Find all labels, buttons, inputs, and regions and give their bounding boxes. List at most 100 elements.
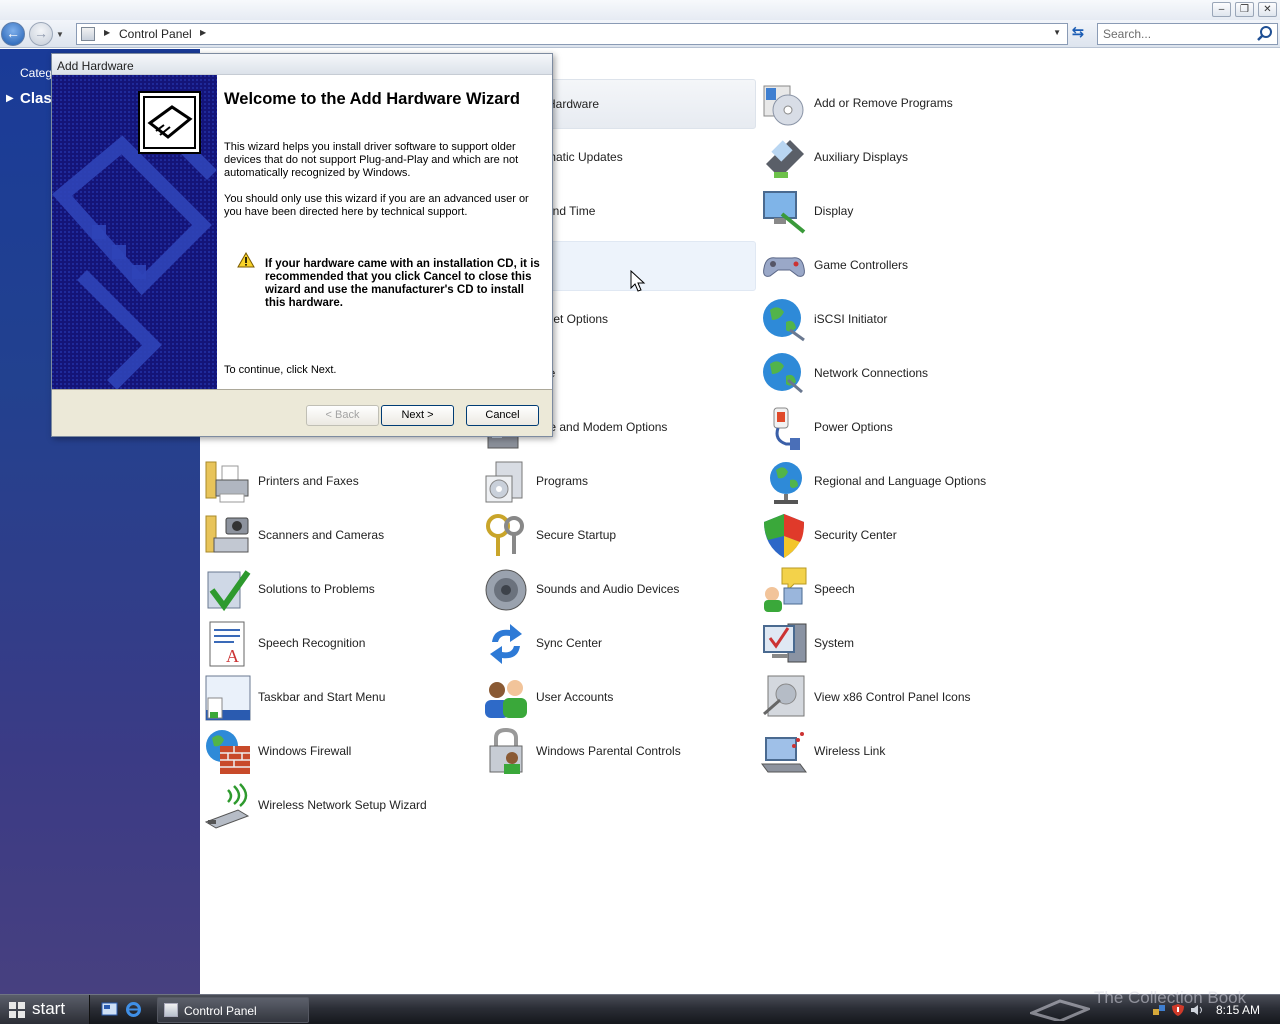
- address-dropdown-icon[interactable]: ▼: [1053, 28, 1061, 37]
- x86-icon: [763, 675, 805, 717]
- recent-pages-dropdown-icon[interactable]: ▼: [56, 30, 64, 39]
- wizard-content: Welcome to the Add Hardware Wizard This …: [217, 75, 552, 389]
- user-accounts-icon: [485, 680, 527, 718]
- sync-icon: [490, 624, 522, 664]
- dialog-titlebar[interactable]: Add Hardware: [52, 54, 552, 75]
- warning-icon: [237, 252, 255, 268]
- iscsi-icon: [763, 299, 805, 342]
- cp-item[interactable]: Add or Remove Programs: [758, 79, 1034, 129]
- cp-item[interactable]: Sync Center: [480, 619, 756, 669]
- cp-item-label: Speech Recognition: [258, 636, 366, 650]
- svg-text:A: A: [226, 646, 239, 666]
- network-icon: [763, 353, 803, 394]
- speech-icon: [764, 567, 807, 612]
- volume-tray-icon[interactable]: [1190, 1003, 1204, 1017]
- close-button[interactable]: ✕: [1258, 2, 1277, 17]
- book-logo-icon: [1030, 999, 1090, 1021]
- cp-item-label: Solutions to Problems: [258, 582, 375, 596]
- cp-item[interactable]: Regional and Language Options: [758, 457, 1034, 507]
- cp-item-label: Programs: [536, 474, 589, 488]
- power-icon: [773, 407, 800, 450]
- regional-icon: [770, 462, 802, 504]
- cp-item-label: Printers and Faxes: [258, 474, 359, 488]
- dialog-button-bar: < Back Next > Cancel: [52, 389, 552, 436]
- cp-item-label: Wireless Network Setup Wizard: [258, 798, 427, 812]
- cp-item-label: View x86 Control Panel Icons: [814, 690, 971, 704]
- triangle-right-icon: ▶: [6, 93, 14, 104]
- display-icon: [763, 191, 806, 234]
- start-button[interactable]: start: [0, 995, 90, 1024]
- classic-view-link[interactable]: Clas: [20, 90, 52, 107]
- show-desktop-icon[interactable]: [101, 1001, 118, 1018]
- game-controllers-icon: [763, 257, 805, 277]
- cp-item[interactable]: Speech: [758, 565, 1034, 615]
- maximize-button[interactable]: ❐: [1235, 2, 1254, 17]
- cp-item-label: Network Connections: [814, 366, 929, 380]
- cp-item[interactable]: A Speech Recognition: [202, 619, 478, 669]
- chevron-right-icon[interactable]: ▶: [200, 28, 206, 37]
- scanner-icon: [205, 515, 249, 553]
- back-button[interactable]: ←: [1, 22, 25, 46]
- category-view-link[interactable]: Categ: [20, 66, 52, 80]
- wizard-banner-pattern-icon: [52, 75, 217, 389]
- cp-item[interactable]: iSCSI Initiator: [758, 295, 1034, 345]
- cp-item[interactable]: Windows Parental Controls: [480, 727, 756, 777]
- cp-item[interactable]: Printers and Faxes: [202, 457, 478, 507]
- cp-item[interactable]: User Accounts: [480, 673, 756, 723]
- system-icon: [763, 623, 807, 663]
- network-tray-icon[interactable]: [1152, 1003, 1166, 1017]
- cp-item[interactable]: Sounds and Audio Devices: [480, 565, 756, 615]
- cp-item[interactable]: Auxiliary Displays: [758, 133, 1034, 183]
- cp-item[interactable]: System: [758, 619, 1034, 669]
- control-panel-icon: [164, 1003, 178, 1017]
- mouse-cursor-icon: [630, 270, 646, 292]
- cp-item[interactable]: View x86 Control Panel Icons: [758, 673, 1034, 723]
- cp-item[interactable]: Wireless Network Setup Wizard: [202, 781, 478, 831]
- cp-item[interactable]: Security Center: [758, 511, 1034, 561]
- cp-item[interactable]: Network Connections: [758, 349, 1034, 399]
- cp-item-label: Windows Parental Controls: [536, 744, 681, 758]
- cp-item-label: Wireless Link: [814, 744, 886, 758]
- wireless-link-icon: [761, 732, 807, 773]
- taskbar-icon: [205, 675, 251, 721]
- refresh-icon[interactable]: ⇆: [1068, 23, 1088, 43]
- cp-item[interactable]: Programs: [480, 457, 756, 507]
- cp-item[interactable]: Wireless Link: [758, 727, 1034, 777]
- next-button[interactable]: Next >: [381, 405, 454, 426]
- window-titlebar: – ❐ ✕: [0, 0, 1280, 20]
- speech-recognition-icon: A: [209, 621, 245, 667]
- wireless-network-icon: [204, 783, 250, 829]
- cp-item[interactable]: Power Options: [758, 403, 1034, 453]
- firewall-icon: [206, 730, 250, 774]
- minimize-button[interactable]: –: [1212, 2, 1231, 17]
- cp-item[interactable]: Secure Startup: [480, 511, 756, 561]
- breadcrumb-control-panel[interactable]: Control Panel: [119, 27, 192, 41]
- cp-item[interactable]: Windows Firewall: [202, 727, 478, 777]
- cp-item-label: one and Modem Options: [536, 420, 668, 434]
- security-shield-tray-icon[interactable]: [1171, 1003, 1185, 1017]
- cp-item[interactable]: Display: [758, 187, 1034, 237]
- cp-item[interactable]: Taskbar and Start Menu: [202, 673, 478, 723]
- address-bar[interactable]: ▶ Control Panel ▶ ▼: [76, 23, 1068, 45]
- cp-item[interactable]: Scanners and Cameras: [202, 511, 478, 561]
- search-input[interactable]: Search...: [1097, 23, 1278, 45]
- wizard-continue-hint: To continue, click Next.: [224, 364, 337, 376]
- cp-item-label: System: [814, 636, 855, 650]
- chevron-right-icon[interactable]: ▶: [104, 28, 110, 37]
- back-button[interactable]: < Back: [306, 405, 379, 426]
- clock[interactable]: 8:15 AM: [1216, 1003, 1260, 1017]
- cp-item-label: iSCSI Initiator: [814, 312, 888, 326]
- cp-item[interactable]: Solutions to Problems: [202, 565, 478, 615]
- internet-explorer-icon[interactable]: [125, 1001, 142, 1018]
- cancel-button[interactable]: Cancel: [466, 405, 539, 426]
- add-remove-programs-icon: [763, 85, 804, 126]
- wizard-advisory: You should only use this wizard if you a…: [224, 193, 529, 218]
- forward-button[interactable]: →: [29, 22, 53, 46]
- search-icon[interactable]: [1256, 25, 1274, 43]
- wizard-description: This wizard helps you install driver sof…: [224, 141, 519, 179]
- cp-item[interactable]: Game Controllers: [758, 241, 1034, 291]
- wizard-banner: [52, 75, 217, 389]
- taskbar-button-control-panel[interactable]: Control Panel: [157, 997, 309, 1023]
- cp-item-label: Scanners and Cameras: [258, 528, 385, 542]
- cp-item-label: User Accounts: [536, 690, 614, 704]
